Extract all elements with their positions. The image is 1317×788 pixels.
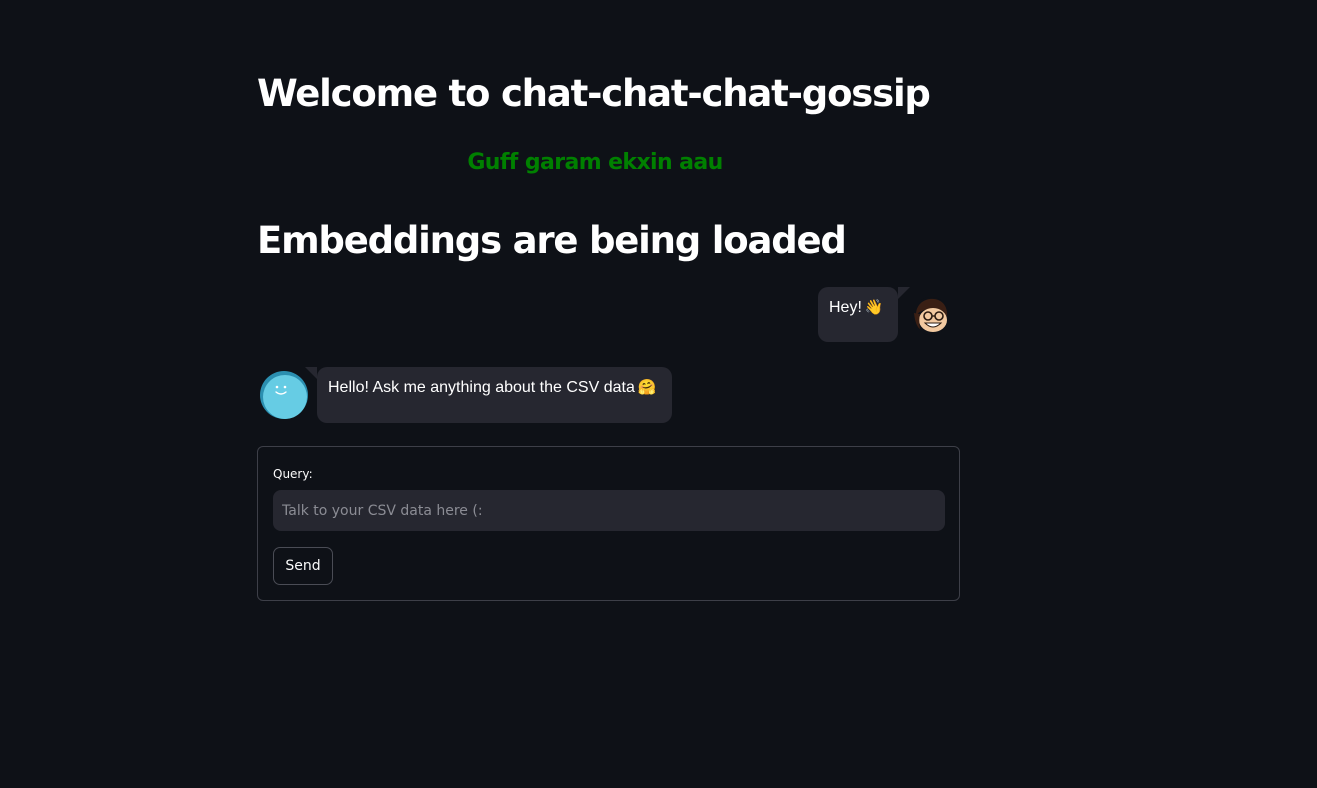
waving-hand-emoji: 👋 (864, 299, 884, 316)
assistant-message-text: Hello! Ask me anything about the CSV dat… (328, 379, 635, 396)
user-avatar-icon (910, 295, 952, 337)
assistant-avatar-icon (259, 370, 309, 420)
page-title: Welcome to chat-chat-chat-gossip (257, 72, 931, 115)
status-heading: Embeddings are being loaded (257, 219, 847, 262)
assistant-message-bubble: Hello! Ask me anything about the CSV dat… (305, 367, 672, 423)
query-form: Query: Send (257, 446, 960, 601)
user-message-text: Hey! (829, 299, 862, 316)
page-subtitle: Guff garam ekxin aau (467, 150, 723, 175)
hugging-face-emoji: 🤗 (637, 379, 657, 396)
query-label: Query: (273, 467, 313, 481)
query-input[interactable] (273, 490, 945, 531)
send-button[interactable]: Send (273, 547, 333, 585)
user-message-bubble: Hey! 👋 (818, 287, 910, 342)
